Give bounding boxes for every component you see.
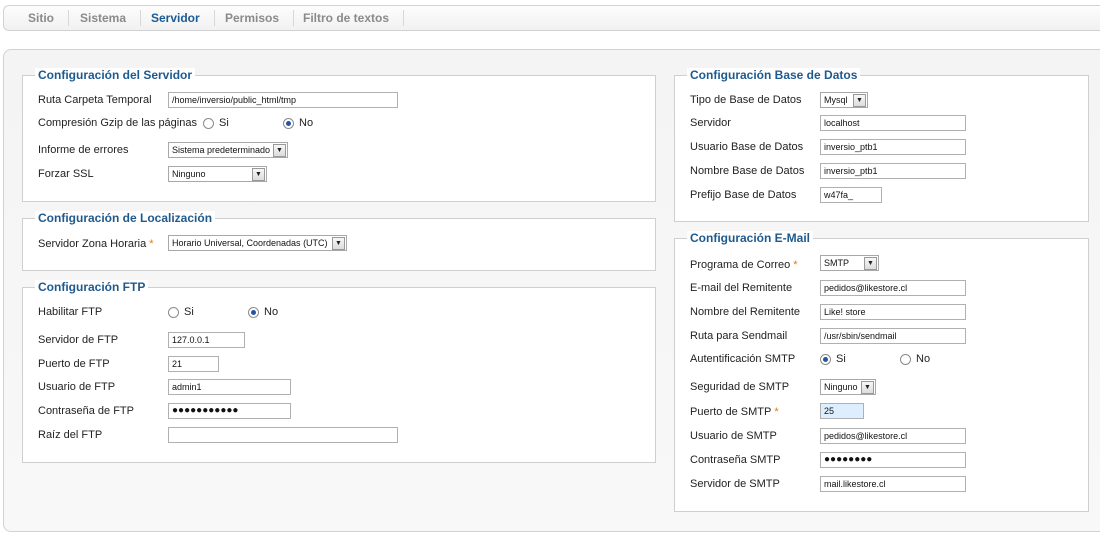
- required-marker: *: [793, 259, 798, 271]
- locale-settings-fieldset: Configuración de Localización Servidor Z…: [22, 211, 656, 271]
- ftp-settings-fieldset: Configuración FTP Habilitar FTP Si No Se…: [22, 280, 656, 463]
- from-name-label: Nombre del Remitente: [690, 306, 801, 318]
- smtp-host-label: Servidor de SMTP: [690, 478, 780, 490]
- chevron-down-icon: ▼: [332, 237, 345, 250]
- chevron-down-icon: ▼: [252, 168, 265, 181]
- mail-from-input[interactable]: pedidos@likestore.cl: [820, 280, 966, 296]
- error-report-value: Sistema predeterminado: [172, 145, 271, 155]
- timezone-label-text: Servidor Zona Horaria: [38, 238, 147, 250]
- error-report-label: Informe de errores: [38, 144, 129, 156]
- smtp-port-input[interactable]: 25: [820, 403, 864, 419]
- smtp-auth-no-label: No: [916, 353, 931, 365]
- db-user-label: Usuario Base de Datos: [690, 141, 804, 153]
- mailer-value: SMTP: [824, 258, 850, 268]
- smtp-user-input[interactable]: pedidos@likestore.cl: [820, 428, 966, 444]
- locale-settings-legend: Configuración de Localización: [35, 211, 216, 225]
- database-settings-fieldset: Configuración Base de Datos Tipo de Base…: [674, 68, 1089, 222]
- tab-sitio[interactable]: Sitio: [14, 10, 69, 26]
- smtp-port-label-text: Puerto de SMTP: [690, 406, 772, 418]
- force-ssl-label: Forzar SSL: [38, 168, 94, 180]
- tab-servidor[interactable]: Servidor: [137, 10, 215, 26]
- ftp-host-input[interactable]: 127.0.0.1: [168, 332, 245, 348]
- smtp-security-label: Seguridad de SMTP: [690, 381, 790, 393]
- chevron-down-icon: ▼: [864, 257, 877, 270]
- email-settings-legend: Configuración E-Mail: [687, 231, 813, 245]
- ftp-password-label: Contraseña de FTP: [38, 405, 134, 417]
- db-name-label: Nombre Base de Datos: [690, 165, 805, 177]
- chevron-down-icon: ▼: [273, 144, 286, 157]
- chevron-down-icon: ▼: [861, 381, 874, 394]
- timezone-select[interactable]: Horario Universal, Coordenadas (UTC) ▼: [168, 235, 347, 251]
- server-settings-legend: Configuración del Servidor: [35, 68, 196, 82]
- db-host-label: Servidor: [690, 117, 731, 129]
- tab-sistema[interactable]: Sistema: [66, 10, 142, 26]
- temp-path-input[interactable]: /home/inversio/public_html/tmp: [168, 92, 398, 108]
- required-marker: *: [774, 406, 779, 418]
- ftp-host-label: Servidor de FTP: [38, 334, 119, 346]
- smtp-auth-label: Autentificación SMTP: [690, 353, 796, 365]
- ftp-port-label: Puerto de FTP: [38, 358, 110, 370]
- timezone-value: Horario Universal, Coordenadas (UTC): [172, 238, 328, 248]
- ftp-enable-no-radio[interactable]: [248, 307, 259, 318]
- smtp-password-label: Contraseña SMTP: [690, 454, 781, 466]
- smtp-security-value: Ninguno: [824, 382, 858, 392]
- ftp-root-input[interactable]: [168, 427, 398, 443]
- db-type-select[interactable]: Mysql ▼: [820, 92, 868, 108]
- ftp-settings-legend: Configuración FTP: [35, 280, 149, 294]
- db-user-input[interactable]: inversio_ptb1: [820, 139, 966, 155]
- sendmail-path-label: Ruta para Sendmail: [690, 330, 788, 342]
- db-type-value: Mysql: [824, 95, 848, 105]
- db-prefix-input[interactable]: w47fa_: [820, 187, 882, 203]
- from-name-input[interactable]: Like! store: [820, 304, 966, 320]
- temp-path-label: Ruta Carpeta Temporal: [38, 94, 152, 106]
- tab-bar: Sitio Sistema Servidor Permisos Filtro d…: [3, 5, 1100, 31]
- mailer-label-text: Programa de Correo: [690, 259, 791, 271]
- gzip-no-label: No: [299, 117, 314, 129]
- sendmail-path-input[interactable]: /usr/sbin/sendmail: [820, 328, 966, 344]
- email-settings-fieldset: Configuración E-Mail Programa de Correo *…: [674, 231, 1089, 512]
- mail-from-label: E-mail del Remitente: [690, 282, 793, 294]
- mailer-label: Programa de Correo *: [690, 258, 798, 272]
- mailer-select[interactable]: SMTP ▼: [820, 255, 879, 271]
- required-marker: *: [149, 238, 154, 250]
- ftp-root-label: Raíz del FTP: [38, 429, 103, 441]
- smtp-port-label: Puerto de SMTP *: [690, 405, 779, 419]
- force-ssl-select[interactable]: Ninguno ▼: [168, 166, 267, 182]
- smtp-password-input[interactable]: ●●●●●●●●: [820, 452, 966, 468]
- db-host-input[interactable]: localhost: [820, 115, 966, 131]
- ftp-enable-yes-radio[interactable]: [168, 307, 179, 318]
- gzip-yes-radio[interactable]: [203, 118, 214, 129]
- smtp-auth-yes-radio[interactable]: [820, 354, 831, 365]
- database-settings-legend: Configuración Base de Datos: [687, 68, 861, 82]
- smtp-auth-no-radio[interactable]: [900, 354, 911, 365]
- ftp-enable-no-label: No: [264, 306, 279, 318]
- error-report-select[interactable]: Sistema predeterminado ▼: [168, 142, 288, 158]
- smtp-auth-yes-label: Si: [836, 353, 846, 365]
- smtp-user-label: Usuario de SMTP: [690, 430, 777, 442]
- db-name-input[interactable]: inversio_ptb1: [820, 163, 966, 179]
- force-ssl-value: Ninguno: [172, 169, 206, 179]
- timezone-label: Servidor Zona Horaria *: [38, 237, 154, 251]
- tab-permisos[interactable]: Permisos: [211, 10, 295, 26]
- chevron-down-icon: ▼: [853, 94, 866, 107]
- db-prefix-label: Prefijo Base de Datos: [690, 189, 797, 201]
- ftp-user-label: Usuario de FTP: [38, 381, 116, 393]
- db-type-label: Tipo de Base de Datos: [690, 94, 802, 106]
- gzip-yes-label: Si: [219, 117, 229, 129]
- smtp-security-select[interactable]: Ninguno ▼: [820, 379, 876, 395]
- gzip-label: Compresión Gzip de las páginas: [38, 117, 197, 129]
- smtp-host-input[interactable]: mail.likestore.cl: [820, 476, 966, 492]
- ftp-port-input[interactable]: 21: [168, 356, 219, 372]
- ftp-enable-label: Habilitar FTP: [38, 306, 103, 318]
- ftp-enable-yes-label: Si: [184, 306, 194, 318]
- gzip-no-radio[interactable]: [283, 118, 294, 129]
- ftp-user-input[interactable]: admin1: [168, 379, 291, 395]
- tab-filtro-de-textos[interactable]: Filtro de textos: [289, 10, 405, 26]
- ftp-password-input[interactable]: ●●●●●●●●●●●: [168, 403, 291, 419]
- server-settings-fieldset: Configuración del Servidor Ruta Carpeta …: [22, 68, 656, 202]
